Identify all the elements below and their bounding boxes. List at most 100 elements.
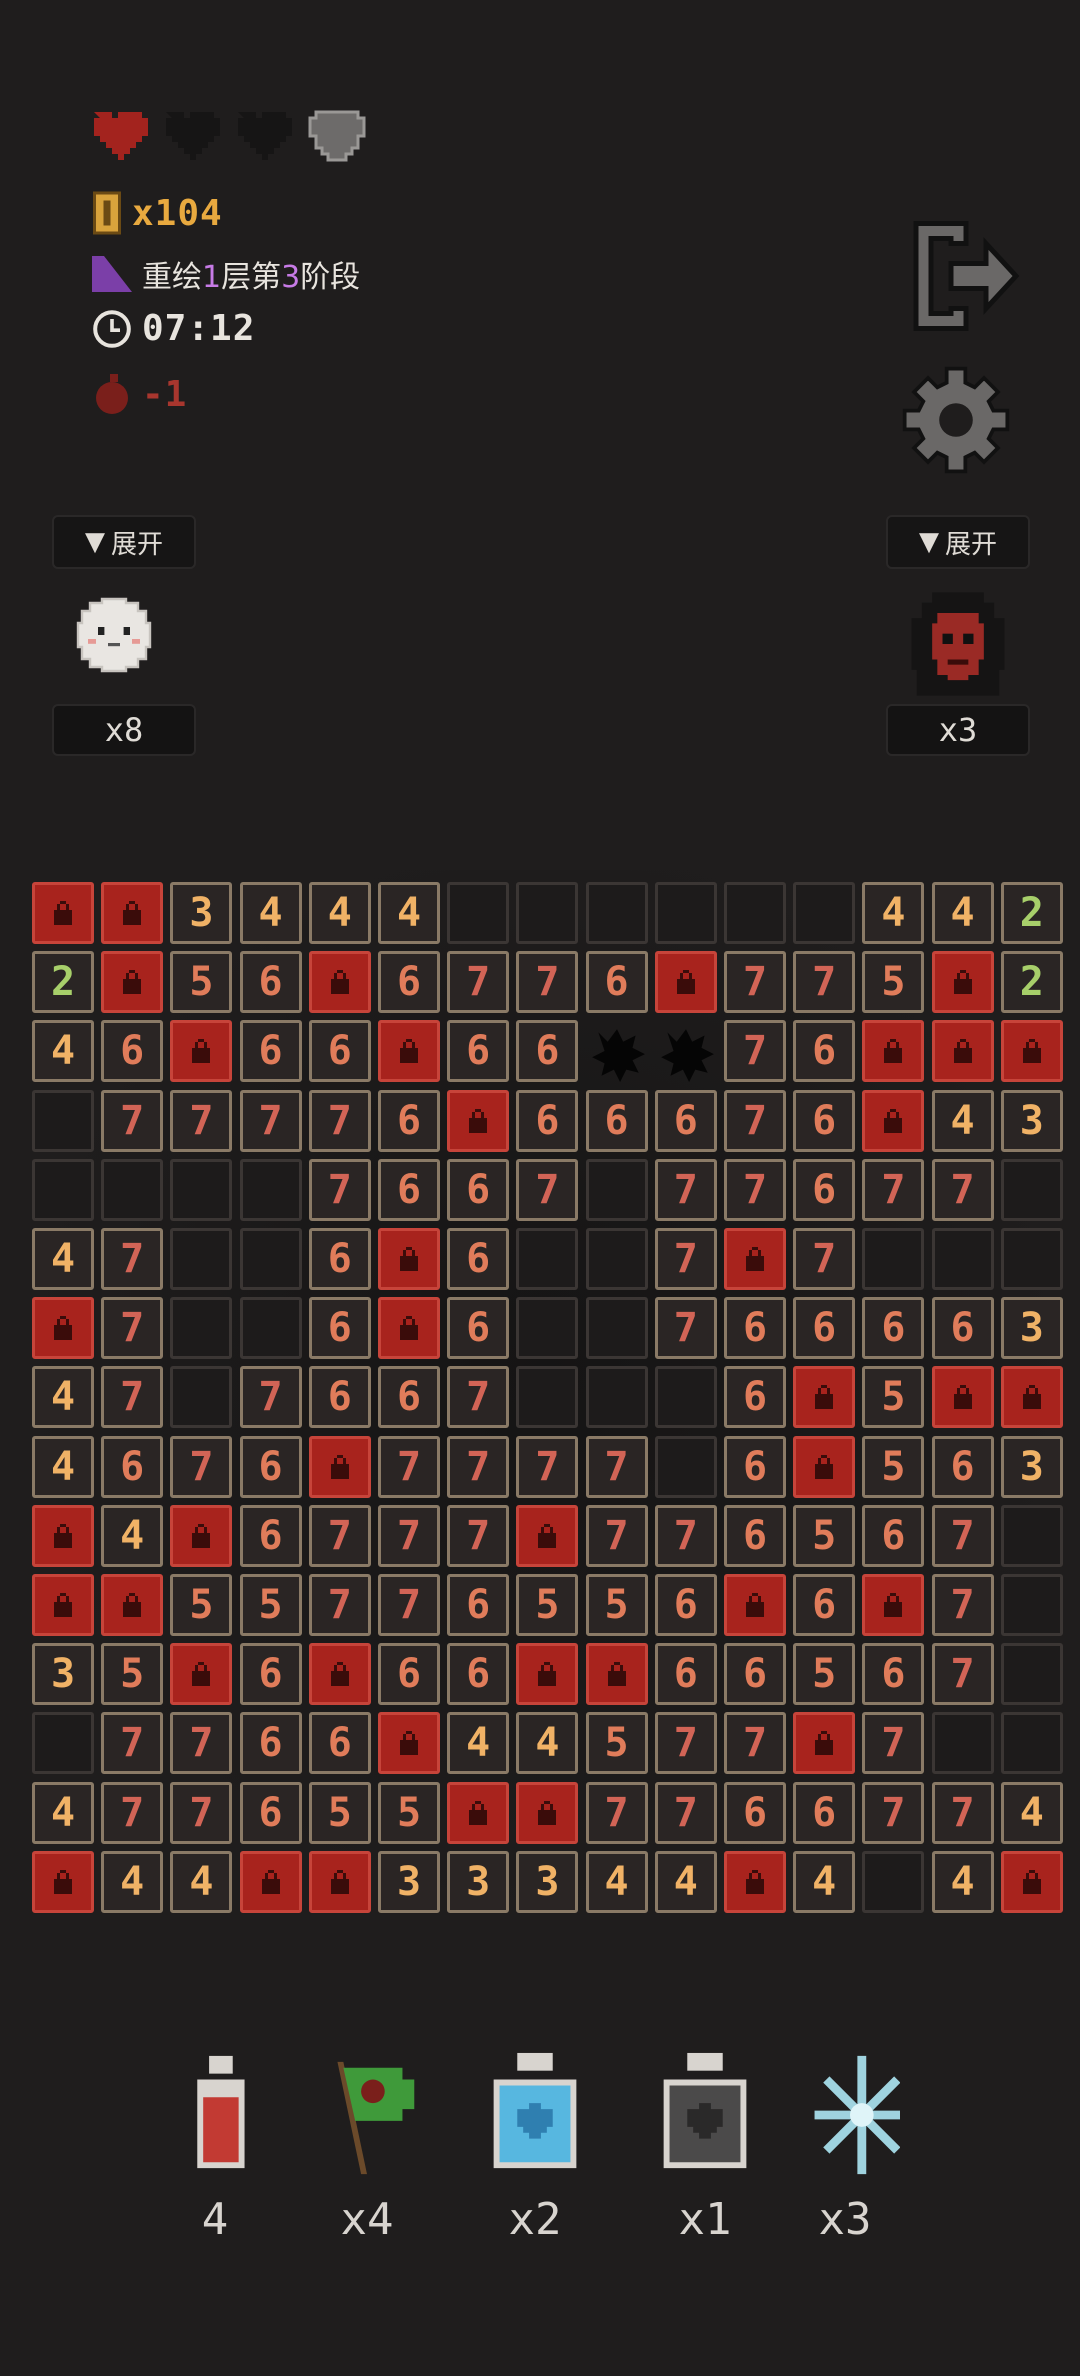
number-cell[interactable]: 3: [516, 1850, 579, 1913]
number-cell[interactable]: 4: [447, 1712, 510, 1775]
locked-cell[interactable]: [1000, 1020, 1063, 1083]
number-cell[interactable]: 7: [101, 1228, 164, 1290]
number-cell[interactable]: 6: [447, 1643, 510, 1706]
empty-cell[interactable]: [170, 1158, 233, 1221]
locked-cell[interactable]: [585, 1643, 648, 1706]
number-cell[interactable]: 2: [1000, 882, 1063, 944]
number-cell[interactable]: 5: [516, 1574, 579, 1636]
empty-cell[interactable]: [32, 1158, 94, 1221]
number-cell[interactable]: 6: [793, 1297, 856, 1360]
number-cell[interactable]: 6: [308, 1228, 371, 1290]
number-cell[interactable]: 6: [378, 1366, 440, 1429]
number-cell[interactable]: 6: [724, 1366, 786, 1429]
empty-cell[interactable]: [585, 1366, 648, 1429]
number-cell[interactable]: 7: [239, 1089, 302, 1152]
number-cell[interactable]: 7: [447, 1366, 510, 1429]
number-cell[interactable]: 4: [516, 1712, 579, 1775]
number-cell[interactable]: 7: [793, 1228, 856, 1290]
ink-blot-cell[interactable]: [586, 1020, 648, 1083]
empty-cell[interactable]: [931, 1712, 994, 1775]
empty-cell[interactable]: [170, 1228, 233, 1290]
number-cell[interactable]: 6: [793, 1158, 856, 1221]
number-cell[interactable]: 6: [101, 1435, 164, 1498]
number-cell[interactable]: 6: [654, 1574, 717, 1636]
number-cell[interactable]: 4: [585, 1850, 648, 1913]
number-cell[interactable]: 6: [239, 1435, 302, 1498]
number-cell[interactable]: 7: [585, 1504, 648, 1567]
number-cell[interactable]: 6: [516, 1020, 579, 1083]
number-cell[interactable]: 4: [862, 882, 925, 944]
number-cell[interactable]: 7: [724, 1712, 786, 1775]
number-cell[interactable]: 7: [654, 1781, 717, 1844]
number-cell[interactable]: 7: [378, 1574, 440, 1636]
number-cell[interactable]: 4: [32, 1228, 94, 1290]
number-cell[interactable]: 6: [654, 1643, 717, 1706]
number-cell[interactable]: 4: [931, 882, 994, 944]
locked-cell[interactable]: [931, 1020, 994, 1083]
empty-cell[interactable]: [1000, 1643, 1063, 1706]
locked-cell[interactable]: [170, 1504, 233, 1567]
number-cell[interactable]: 6: [516, 1089, 579, 1152]
number-cell[interactable]: 4: [32, 1020, 94, 1083]
number-cell[interactable]: 7: [724, 1089, 786, 1152]
locked-cell[interactable]: [516, 1643, 579, 1706]
number-cell[interactable]: 6: [793, 1020, 856, 1083]
number-cell[interactable]: 5: [862, 1435, 925, 1498]
number-cell[interactable]: 4: [308, 882, 371, 944]
locked-cell[interactable]: [862, 1020, 925, 1083]
number-cell[interactable]: 7: [101, 1366, 164, 1429]
empty-cell[interactable]: [32, 1089, 94, 1152]
locked-cell[interactable]: [308, 1643, 371, 1706]
number-cell[interactable]: 6: [724, 1781, 786, 1844]
empty-cell[interactable]: [585, 882, 648, 944]
number-cell[interactable]: 6: [308, 1020, 371, 1083]
number-cell[interactable]: 7: [170, 1435, 233, 1498]
locked-cell[interactable]: [931, 1366, 994, 1429]
hooded-skull-avatar[interactable]: [896, 582, 1020, 706]
locked-cell[interactable]: [447, 1089, 510, 1152]
number-cell[interactable]: 7: [447, 951, 510, 1014]
number-cell[interactable]: 6: [724, 1643, 786, 1706]
ghost-puff-avatar[interactable]: [66, 590, 162, 680]
number-cell[interactable]: 6: [308, 1712, 371, 1775]
empty-cell[interactable]: [447, 882, 510, 944]
locked-cell[interactable]: [793, 1712, 856, 1775]
empty-cell[interactable]: [101, 1158, 164, 1221]
number-cell[interactable]: 3: [32, 1643, 94, 1706]
empty-cell[interactable]: [793, 882, 856, 944]
empty-cell[interactable]: [1000, 1574, 1063, 1636]
number-cell[interactable]: 7: [862, 1781, 925, 1844]
number-cell[interactable]: 6: [862, 1643, 925, 1706]
item-green-flag[interactable]: x4: [292, 2050, 442, 2245]
number-cell[interactable]: 5: [239, 1574, 302, 1636]
locked-cell[interactable]: [654, 951, 717, 1014]
empty-cell[interactable]: [654, 1366, 717, 1429]
empty-cell[interactable]: [516, 1297, 579, 1360]
item-ice-crystal[interactable]: x3: [790, 2050, 900, 2245]
number-cell[interactable]: 6: [654, 1089, 717, 1152]
number-cell[interactable]: 7: [654, 1504, 717, 1567]
empty-cell[interactable]: [654, 1435, 717, 1498]
number-cell[interactable]: 6: [724, 1504, 786, 1567]
number-cell[interactable]: 5: [793, 1504, 856, 1567]
number-cell[interactable]: 4: [1000, 1781, 1063, 1844]
number-cell[interactable]: 7: [378, 1435, 440, 1498]
number-cell[interactable]: 6: [585, 951, 648, 1014]
locked-cell[interactable]: [1000, 1850, 1063, 1913]
number-cell[interactable]: 5: [585, 1574, 648, 1636]
number-cell[interactable]: 7: [101, 1089, 164, 1152]
locked-cell[interactable]: [793, 1366, 856, 1429]
number-cell[interactable]: 3: [447, 1850, 510, 1913]
empty-cell[interactable]: [516, 1228, 579, 1290]
empty-cell[interactable]: [862, 1850, 925, 1913]
number-cell[interactable]: 7: [447, 1435, 510, 1498]
empty-cell[interactable]: [654, 882, 717, 944]
number-cell[interactable]: 4: [101, 1850, 164, 1913]
locked-cell[interactable]: [378, 1712, 440, 1775]
number-cell[interactable]: 2: [32, 951, 94, 1014]
number-cell[interactable]: 7: [931, 1158, 994, 1221]
number-cell[interactable]: 6: [724, 1297, 786, 1360]
number-cell[interactable]: 6: [931, 1297, 994, 1360]
number-cell[interactable]: 6: [447, 1020, 510, 1083]
number-cell[interactable]: 3: [1000, 1297, 1063, 1360]
